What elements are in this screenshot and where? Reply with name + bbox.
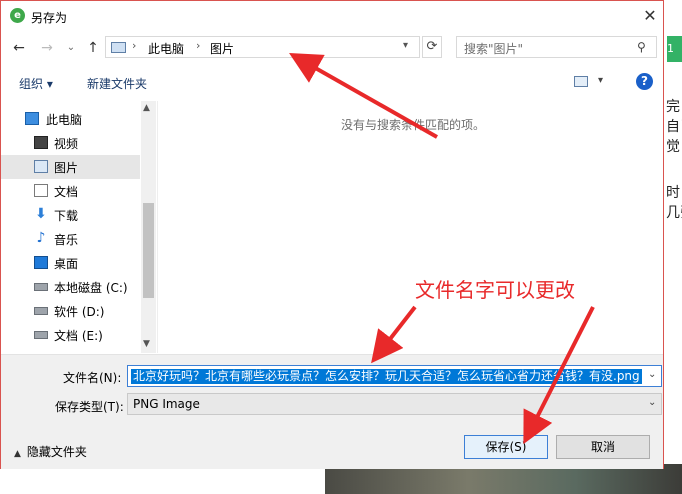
pictures-location-icon: [111, 42, 126, 53]
up-arrow-icon[interactable]: ↑: [83, 39, 103, 57]
video-folder-icon: [34, 136, 48, 149]
breadcrumb-separator: ›: [196, 39, 201, 52]
tree-item-label: 文档: [54, 185, 79, 199]
tree-item-label: 下载: [54, 209, 79, 223]
navigation-scrollbar[interactable]: ▲ ▼: [141, 101, 156, 353]
filename-label: 文件名(N):: [63, 371, 122, 385]
background-tab: 1: [667, 36, 682, 62]
hide-folders-label: 隐藏文件夹: [26, 445, 87, 459]
tree-item-drive-c[interactable]: 本地磁盘 (C:): [1, 275, 140, 299]
scroll-down-icon[interactable]: ▼: [143, 339, 150, 349]
app-icon: e: [10, 8, 25, 23]
navigation-row: ← → ⌄ ↑ › 此电脑 › 图片 ▾ ⟳ 搜索"图片" ⚲: [1, 33, 663, 63]
documents-folder-icon: [34, 184, 48, 197]
tree-item-videos[interactable]: 视频: [1, 131, 140, 155]
music-icon: ♪: [36, 230, 46, 246]
search-icon[interactable]: ⚲: [637, 40, 646, 54]
filetype-label: 保存类型(T):: [55, 400, 124, 414]
filename-input[interactable]: 北京好玩吗？北京有哪些必玩景点？怎么安排？玩几天合适？怎么玩省心省力还省钱？有没…: [127, 365, 662, 387]
filetype-select[interactable]: PNG Image ⌄: [127, 393, 662, 415]
scroll-up-icon[interactable]: ▲: [143, 103, 150, 113]
filename-dropdown-icon[interactable]: ⌄: [648, 369, 656, 380]
filename-value: 北京好玩吗？北京有哪些必玩景点？怎么安排？玩几天合适？怎么玩省心省力还省钱？有没…: [131, 369, 642, 384]
forward-arrow-icon[interactable]: →: [37, 39, 57, 57]
breadcrumb-separator: ›: [132, 39, 137, 52]
tree-item-label: 此电脑: [46, 113, 83, 127]
tree-item-label: 软件 (D:): [54, 305, 105, 319]
view-dropdown-icon[interactable]: ▾: [598, 75, 603, 86]
back-arrow-icon[interactable]: ←: [9, 39, 29, 57]
background-text: 几张: [666, 205, 682, 221]
breadcrumb-pictures[interactable]: 图片: [210, 40, 234, 57]
tree-item-label: 图片: [54, 161, 79, 175]
file-list-pane[interactable]: 没有与搜索条件匹配的项。: [158, 101, 663, 353]
filetype-value: PNG Image: [133, 397, 200, 411]
save-button[interactable]: 保存(S): [464, 435, 548, 459]
cancel-button[interactable]: 取消: [556, 435, 650, 459]
tree-item-label: 文档 (E:): [54, 329, 103, 343]
breadcrumb-this-pc[interactable]: 此电脑: [148, 40, 184, 57]
address-dropdown-icon[interactable]: ▾: [403, 40, 408, 51]
drive-icon: [34, 331, 48, 339]
tree-item-pictures[interactable]: 图片: [1, 155, 140, 179]
tree-item-label: 桌面: [54, 257, 79, 271]
background-text: 时: [666, 185, 680, 201]
search-placeholder: 搜索"图片": [464, 42, 524, 56]
empty-result-message: 没有与搜索条件匹配的项。: [341, 118, 486, 132]
tree-item-label: 音乐: [54, 233, 79, 247]
tree-item-documents[interactable]: 文档: [1, 179, 140, 203]
view-options-icon[interactable]: [574, 76, 588, 87]
drive-icon: [34, 283, 48, 291]
desktop-icon: [34, 256, 48, 269]
tree-item-label: 视频: [54, 137, 79, 151]
address-bar[interactable]: › 此电脑 › 图片 ▾: [105, 36, 420, 58]
background-text: 自己: [666, 119, 682, 135]
hide-folders-toggle[interactable]: ▲ 隐藏文件夹: [14, 443, 87, 460]
drive-icon: [34, 307, 48, 315]
navigation-pane: 此电脑 视频 图片 文档 ⬇ 下载 ♪ 音乐 桌面 本地磁盘 (C:) 软件 (…: [1, 101, 158, 353]
annotation-text: 文件名字可以更改: [415, 278, 575, 302]
computer-icon: [25, 112, 39, 125]
background-tab-text: 1: [667, 42, 674, 55]
tree-item-desktop[interactable]: 桌面: [1, 251, 140, 275]
tree-item-drive-d[interactable]: 软件 (D:): [1, 299, 140, 323]
command-toolbar: 组织 ▾ 新建文件夹 ▾ ?: [1, 67, 663, 97]
dialog-title: 另存为: [31, 11, 68, 25]
help-icon[interactable]: ?: [636, 73, 653, 90]
chevron-up-icon: ▲: [14, 449, 21, 459]
downloads-icon: ⬇: [35, 206, 47, 222]
background-text: 完: [666, 99, 680, 115]
scrollbar-thumb[interactable]: [143, 203, 154, 298]
background-text: 觉: [666, 139, 680, 155]
close-button[interactable]: ✕: [639, 6, 661, 26]
tree-item-label: 本地磁盘 (C:): [54, 281, 128, 295]
tree-item-this-pc[interactable]: 此电脑: [1, 107, 140, 131]
title-bar: e 另存为 ✕: [1, 1, 663, 31]
refresh-button[interactable]: ⟳: [422, 36, 442, 58]
tree-item-downloads[interactable]: ⬇ 下载: [1, 203, 140, 227]
background-page: [664, 0, 682, 494]
save-form-panel: 文件名(N): 北京好玩吗？北京有哪些必玩景点？怎么安排？玩几天合适？怎么玩省心…: [1, 354, 663, 469]
pictures-folder-icon: [34, 160, 48, 173]
tree-item-music[interactable]: ♪ 音乐: [1, 227, 140, 251]
organize-menu-button[interactable]: 组织 ▾: [19, 75, 53, 92]
recent-dropdown-icon[interactable]: ⌄: [61, 39, 81, 57]
tree-item-drive-e[interactable]: 文档 (E:): [1, 323, 140, 347]
save-as-dialog: e 另存为 ✕ ← → ⌄ ↑ › 此电脑 › 图片 ▾ ⟳ 搜索"图片" ⚲ …: [0, 0, 664, 469]
filetype-dropdown-icon[interactable]: ⌄: [648, 397, 656, 408]
search-input[interactable]: 搜索"图片" ⚲: [456, 36, 657, 58]
new-folder-button[interactable]: 新建文件夹: [87, 75, 147, 92]
